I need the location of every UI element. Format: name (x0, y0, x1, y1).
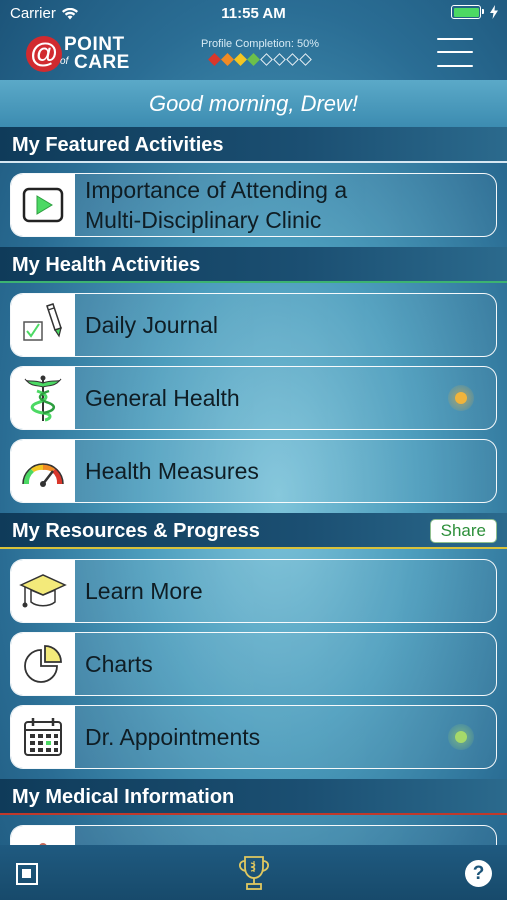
profile-diamond-7 (286, 53, 299, 66)
square-icon[interactable] (16, 863, 38, 885)
video-play-icon (11, 174, 75, 236)
share-button[interactable]: Share (429, 519, 497, 543)
status-indicator-dot (448, 724, 474, 750)
profile-diamond-5 (260, 53, 273, 66)
battery-icon (451, 5, 484, 19)
point-of-care-logo[interactable]: @ POINT of CARE (26, 34, 136, 74)
profile-completion-label: Profile Completion: 50% (200, 38, 319, 50)
menu-button[interactable] (437, 36, 473, 68)
section-title: My Resources & Progress (12, 520, 260, 542)
section-health-activities: My Health Activities (0, 247, 507, 283)
app-header: @ POINT of CARE Profile Completion: 50% (0, 28, 507, 80)
graduation-cap-icon (11, 560, 75, 622)
section-resources-progress: My Resources & Progress Share (0, 513, 507, 549)
section-featured-activities: My Featured Activities (0, 127, 507, 163)
card-health-measures[interactable]: Health Measures (10, 439, 497, 503)
journal-pencil-icon (11, 294, 75, 356)
profile-progress-diamonds (190, 53, 330, 66)
card-label: Importance of Attending a Multi-Discipli… (85, 174, 347, 236)
logo-at-symbol: @ (26, 36, 62, 72)
logo-of-text: of (60, 56, 69, 67)
card-charts[interactable]: Charts (10, 632, 497, 696)
logo-care-text: CARE (74, 52, 130, 73)
section-title: My Health Activities (12, 254, 201, 276)
help-button[interactable]: ? (465, 860, 492, 887)
card-label-line2: Multi-Disciplinary Clinic (85, 207, 322, 233)
card-daily-journal[interactable]: Daily Journal (10, 293, 497, 357)
profile-completion[interactable]: Profile Completion: 50% (190, 38, 330, 66)
menu-line (437, 65, 473, 67)
charging-bolt-icon (490, 5, 498, 19)
profile-diamond-8 (299, 53, 312, 66)
card-label: Health Measures (85, 458, 259, 484)
menu-line (437, 38, 473, 40)
caduceus-icon (11, 367, 75, 429)
status-right (451, 5, 499, 19)
card-label: Learn More (85, 578, 203, 604)
card-label: Dr. Appointments (85, 724, 261, 750)
profile-diamond-1 (208, 53, 221, 66)
calendar-icon (11, 706, 75, 768)
card-label: General Health (85, 385, 240, 411)
gauge-icon (11, 440, 75, 502)
profile-diamond-6 (273, 53, 286, 66)
menu-line (437, 51, 473, 53)
app-screen: Carrier 11:55 AM @ POINT of CARE Profile… (0, 0, 507, 900)
card-label: Daily Journal (85, 312, 218, 338)
profile-diamond-4 (247, 53, 260, 66)
section-title: My Featured Activities (12, 134, 224, 156)
card-featured-clinic[interactable]: Importance of Attending a Multi-Discipli… (10, 173, 497, 237)
status-indicator-dot (448, 385, 474, 411)
section-medical-information: My Medical Information (0, 779, 507, 815)
status-time: 11:55 AM (221, 5, 286, 22)
status-bar: Carrier 11:55 AM (0, 0, 507, 28)
profile-diamond-2 (221, 53, 234, 66)
section-title: My Medical Information (12, 786, 235, 808)
card-label-line1: Importance of Attending a (85, 177, 348, 203)
greeting-banner: Good morning, Drew! (0, 80, 507, 127)
card-dr-appointments[interactable]: Dr. Appointments (10, 705, 497, 769)
profile-diamond-3 (234, 53, 247, 66)
card-label: Charts (85, 651, 153, 677)
bottom-tab-bar: ? (0, 845, 507, 900)
card-general-health[interactable]: General Health (10, 366, 497, 430)
pie-chart-icon (11, 633, 75, 695)
trophy-icon[interactable] (234, 853, 274, 893)
card-learn-more[interactable]: Learn More (10, 559, 497, 623)
